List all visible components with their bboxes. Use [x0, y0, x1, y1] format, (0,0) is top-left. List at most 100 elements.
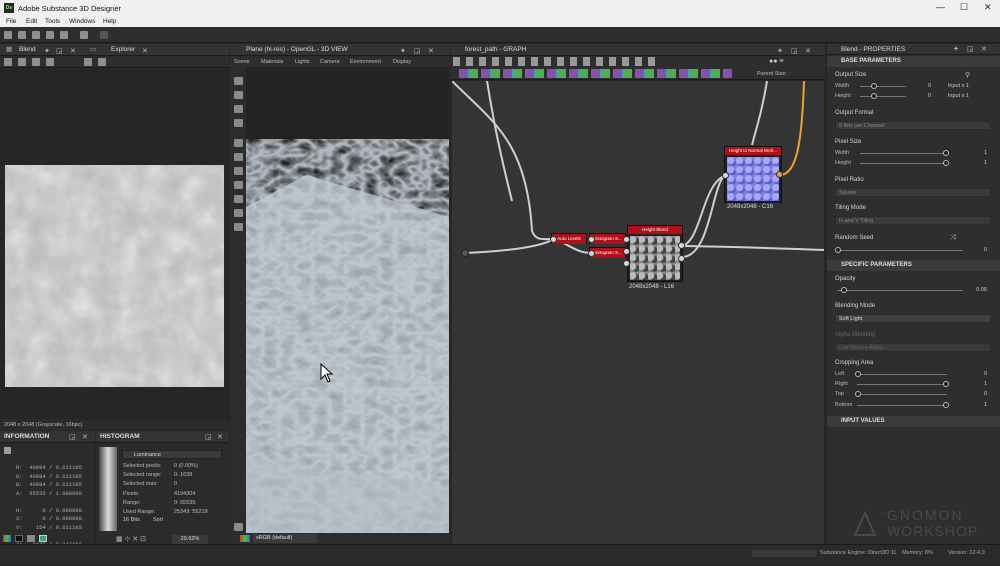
crop-left-knob[interactable] — [855, 371, 861, 377]
output-port-selected[interactable] — [776, 171, 783, 178]
atomic-node-icons[interactable] — [459, 69, 732, 78]
close-button[interactable]: ✕ — [984, 2, 992, 13]
save-all-icon[interactable] — [60, 31, 68, 39]
grid-3d-icon[interactable] — [234, 139, 243, 147]
menu-camera[interactable]: Camera — [320, 59, 340, 65]
input-port[interactable] — [588, 236, 595, 243]
pixel-height-slider[interactable] — [860, 163, 946, 164]
close-info-icon[interactable]: ✕ — [82, 433, 88, 441]
base-parameters-section[interactable]: BASE PARAMETERS — [827, 56, 1000, 67]
render-icon[interactable] — [234, 119, 243, 127]
menu-display[interactable]: Display — [393, 59, 411, 65]
shuffle-icon[interactable]: ⤨ — [950, 234, 956, 242]
close-props-icon[interactable]: ✕ — [981, 45, 987, 53]
cube-icon[interactable] — [234, 181, 243, 189]
graph-canvas[interactable]: Auto Levels Histogram S... Histogram S..… — [452, 81, 824, 544]
color-mode-icons[interactable] — [3, 535, 63, 543]
environment-icon[interactable] — [234, 105, 243, 113]
random-seed-slider[interactable] — [837, 250, 963, 251]
crop-right-knob[interactable] — [943, 381, 949, 387]
float-hist-icon[interactable]: ◲ — [205, 433, 212, 441]
channel-select[interactable]: Luminance — [122, 450, 222, 459]
cylinder-icon[interactable] — [234, 209, 243, 217]
2d-view[interactable] — [0, 69, 229, 419]
pin-props-icon[interactable]: ✦ — [953, 45, 959, 53]
zoom-field[interactable]: 20.62% — [172, 535, 208, 544]
stats-icon[interactable] — [234, 223, 243, 231]
crop-top-knob[interactable] — [855, 391, 861, 397]
input-port[interactable] — [623, 236, 630, 243]
crop-bottom-knob[interactable] — [943, 402, 949, 408]
graph-options-icon[interactable]: ●● ≡ — [769, 58, 784, 65]
opacity-knob[interactable] — [841, 287, 848, 293]
crop-top-value[interactable]: 0 — [973, 391, 987, 397]
float-props-icon[interactable]: ◲ — [967, 45, 974, 53]
menu-lights[interactable]: Lights — [295, 59, 310, 65]
input-port[interactable] — [550, 236, 557, 243]
new-graph-icon[interactable] — [18, 31, 26, 39]
pixel-height-knob[interactable] — [943, 160, 949, 166]
output-format-select[interactable]: 8 Bits per Channel — [835, 121, 991, 130]
crop-bottom-value[interactable]: 1 — [973, 402, 987, 408]
random-seed-knob[interactable] — [835, 247, 841, 253]
output-width-knob[interactable] — [871, 83, 877, 89]
save-image-icon[interactable] — [32, 58, 40, 66]
pixel-width-knob[interactable] — [943, 150, 949, 156]
channel-icon[interactable] — [46, 58, 54, 66]
fit-icon[interactable] — [4, 58, 12, 66]
redo-icon[interactable] — [100, 31, 108, 39]
sphere-icon[interactable] — [234, 167, 243, 175]
output-height-relative[interactable]: Input x 1 — [937, 93, 969, 99]
output-port[interactable] — [678, 242, 685, 249]
output-height-slider[interactable] — [860, 96, 906, 97]
copy-icon[interactable] — [18, 58, 26, 66]
minimize-button[interactable]: — — [936, 2, 945, 12]
view-tool-icons[interactable]: ▦ ⊹ ✕ ⊡ — [116, 535, 146, 543]
light-icon[interactable] — [234, 91, 243, 99]
close-hist-icon[interactable]: ✕ — [217, 433, 223, 441]
menu-scene[interactable]: Scene — [234, 59, 250, 65]
output-height-knob[interactable] — [871, 93, 877, 99]
bits-select[interactable]: 16 Bits — [123, 517, 140, 523]
new-icon[interactable] — [4, 31, 12, 39]
tiling-mode-select[interactable]: H and V Tiling — [835, 216, 991, 225]
crop-right-slider[interactable] — [857, 384, 947, 385]
output-width-relative[interactable]: Input x 1 — [937, 83, 969, 89]
link-icon[interactable]: ⚲ — [965, 71, 970, 79]
crop-right-value[interactable]: 1 — [973, 381, 987, 387]
open-icon[interactable] — [32, 31, 40, 39]
menu-environment[interactable]: Environment — [350, 59, 381, 65]
menu-windows[interactable]: Windows — [69, 18, 95, 25]
expand-icon[interactable] — [234, 523, 243, 531]
input-port[interactable] — [588, 250, 595, 257]
save-icon[interactable] — [46, 31, 54, 39]
sort-button[interactable]: Sort — [153, 517, 163, 523]
menu-tools[interactable]: Tools — [45, 18, 60, 25]
node-height-blend[interactable]: Height Blend — [627, 225, 683, 282]
crop-left-slider[interactable] — [857, 374, 947, 375]
tab-blend[interactable]: Blend — [19, 44, 36, 56]
undo-icon[interactable] — [80, 31, 88, 39]
pixel-width-slider[interactable] — [860, 153, 946, 154]
random-seed-value[interactable]: 0 — [973, 247, 987, 253]
pixel-height-value[interactable]: 1 — [973, 160, 987, 166]
output-width-slider[interactable] — [860, 86, 906, 87]
menu-file[interactable]: File — [6, 18, 16, 25]
output-width-value[interactable]: 0 — [917, 83, 931, 89]
alpha-blending-select[interactable]: Use Source Alpha — [835, 343, 991, 352]
pixel-width-value[interactable]: 1 — [973, 150, 987, 156]
menu-edit[interactable]: Edit — [26, 18, 37, 25]
histogram-icon[interactable] — [98, 58, 106, 66]
crop-bottom-slider[interactable] — [857, 405, 947, 406]
float-info-icon[interactable]: ◲ — [69, 433, 76, 441]
pixel-ratio-select[interactable]: Square — [835, 188, 991, 197]
menu-materials[interactable]: Materials — [261, 59, 283, 65]
info-icon[interactable] — [84, 58, 92, 66]
input-port[interactable] — [623, 248, 630, 255]
output-height-value[interactable]: 0 — [917, 93, 931, 99]
colorspace-select[interactable]: sRGB (default) — [253, 534, 317, 543]
node-height-to-normal[interactable]: Height to Normal Worl... — [724, 146, 782, 203]
grid-icon[interactable]: ▦ — [6, 44, 12, 56]
maximize-button[interactable]: ☐ — [960, 2, 968, 13]
specific-parameters-section[interactable]: SPECIFIC PARAMETERS — [827, 260, 1000, 271]
